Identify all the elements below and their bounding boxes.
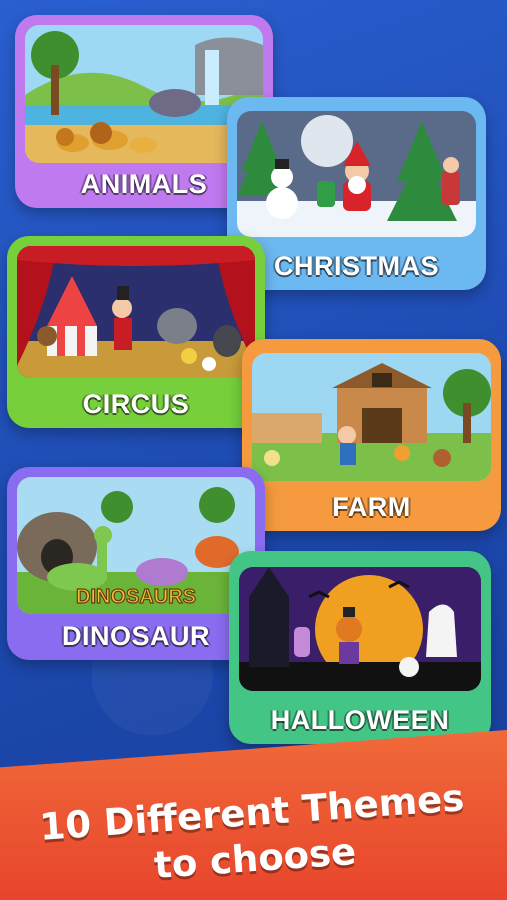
halloween-illustration bbox=[239, 567, 481, 691]
theme-card-halloween[interactable]: HALLOWEEN bbox=[229, 551, 491, 744]
theme-card-circus[interactable]: CIRCUS bbox=[7, 236, 265, 428]
theme-card-farm[interactable]: FARM bbox=[242, 339, 501, 531]
circus-illustration bbox=[17, 246, 255, 378]
theme-card-christmas[interactable]: CHRISTMAS bbox=[227, 97, 486, 290]
farm-illustration bbox=[252, 353, 491, 481]
dinosaurs-logo-text: DINOSAURS bbox=[76, 586, 196, 608]
theme-label-farm: FARM bbox=[332, 492, 411, 522]
theme-label-christmas: CHRISTMAS bbox=[274, 251, 439, 281]
theme-card-dinosaur[interactable]: DINOSAURS DINOSAUR bbox=[7, 467, 265, 660]
dinosaur-illustration: DINOSAURS bbox=[17, 477, 255, 614]
theme-label-circus: CIRCUS bbox=[82, 389, 190, 419]
christmas-illustration bbox=[237, 111, 476, 237]
theme-label-dinosaur: DINOSAUR bbox=[61, 621, 210, 651]
theme-label-halloween: HALLOWEEN bbox=[270, 705, 450, 735]
